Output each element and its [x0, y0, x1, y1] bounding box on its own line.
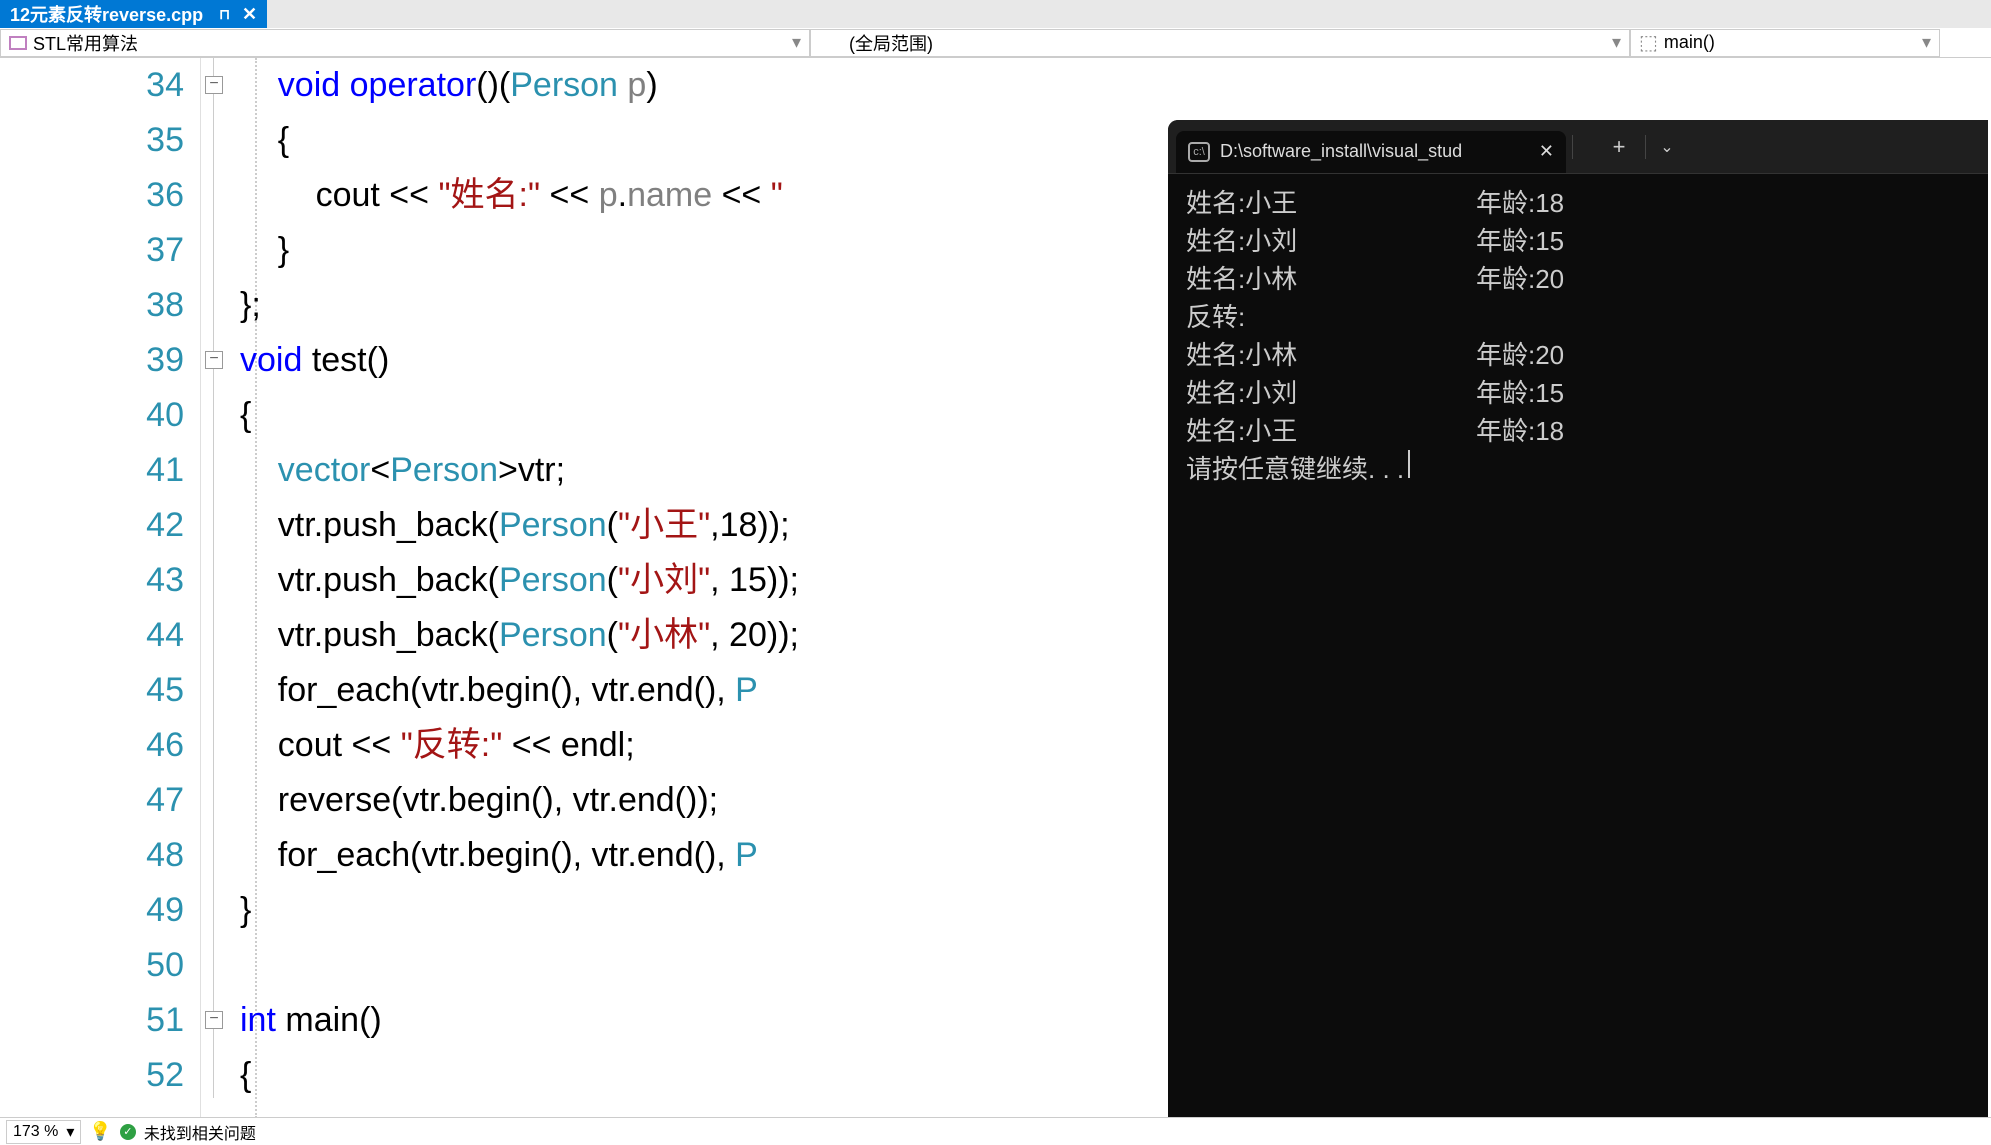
fold-toggle[interactable]: −	[205, 76, 223, 94]
console-icon: c:\	[1188, 142, 1210, 162]
scope-label: STL常用算法	[33, 30, 138, 56]
line-number: 39	[0, 333, 184, 388]
line-number: 46	[0, 718, 184, 773]
fold-guide	[213, 58, 214, 1098]
line-number: 43	[0, 553, 184, 608]
zoom-value: 173 %	[13, 1123, 58, 1141]
lightbulb-icon[interactable]: 💡	[89, 1121, 111, 1142]
terminal-window[interactable]: c:\ D:\software_install\visual_stud ✕ + …	[1168, 120, 1988, 1120]
code-line: void operator()(Person p)	[240, 58, 1991, 113]
check-circle-icon: ✓	[120, 1124, 136, 1140]
terminal-tab[interactable]: c:\ D:\software_install\visual_stud ✕	[1176, 131, 1566, 173]
line-number: 37	[0, 223, 184, 278]
fold-toggle[interactable]: −	[205, 351, 223, 369]
chevron-down-icon: ▾	[66, 1122, 74, 1142]
line-number-gutter: 34 35 36 37 38 39 40 41 42 43 44 45 46 4…	[0, 58, 200, 1118]
terminal-line: 姓名:小林年龄:20	[1186, 336, 1970, 374]
close-icon[interactable]: ✕	[1539, 141, 1554, 162]
global-label: (全局范围)	[849, 30, 933, 56]
line-number: 47	[0, 773, 184, 828]
line-number: 44	[0, 608, 184, 663]
line-number: 35	[0, 113, 184, 168]
line-number: 38	[0, 278, 184, 333]
file-tab-name: 12元素反转reverse.cpp	[10, 1, 203, 27]
tab-dropdown-icon[interactable]: ⌄	[1652, 137, 1682, 157]
line-number: 41	[0, 443, 184, 498]
terminal-prompt: 请按任意键继续. . .	[1186, 450, 1970, 488]
line-number: 51	[0, 993, 184, 1048]
divider	[1645, 135, 1646, 159]
line-number: 52	[0, 1048, 184, 1103]
line-number: 36	[0, 168, 184, 223]
function-label: main()	[1664, 32, 1715, 53]
line-number: 50	[0, 938, 184, 993]
function-dropdown[interactable]: ⬚ main() ▾	[1630, 29, 1940, 57]
fold-toggle[interactable]: −	[205, 1011, 223, 1029]
fold-column: − − −	[200, 58, 240, 1118]
namespace-icon	[9, 36, 27, 50]
close-icon[interactable]: ✕	[242, 4, 257, 25]
zoom-dropdown[interactable]: 173 % ▾	[6, 1120, 81, 1144]
line-number: 40	[0, 388, 184, 443]
terminal-line: 姓名:小林年龄:20	[1186, 260, 1970, 298]
line-number: 48	[0, 828, 184, 883]
terminal-line: 反转:	[1186, 298, 1970, 336]
chevron-down-icon: ▾	[792, 32, 801, 53]
terminal-tab-title: D:\software_install\visual_stud	[1220, 141, 1529, 162]
file-tab-active[interactable]: 12元素反转reverse.cpp ⊓ ✕	[0, 0, 267, 28]
cube-icon: ⬚	[1639, 30, 1658, 55]
line-number: 42	[0, 498, 184, 553]
line-number: 45	[0, 663, 184, 718]
terminal-line: 姓名:小王年龄:18	[1186, 412, 1970, 450]
file-tab-bar: 12元素反转reverse.cpp ⊓ ✕	[0, 0, 1991, 28]
new-tab-button[interactable]: +	[1599, 134, 1639, 160]
terminal-line: 姓名:小刘年龄:15	[1186, 374, 1970, 412]
cursor	[1408, 450, 1410, 478]
issues-text: 未找到相关问题	[144, 1120, 256, 1144]
line-number: 34	[0, 58, 184, 113]
status-bar: 173 % ▾ 💡 ✓ 未找到相关问题	[0, 1117, 1991, 1145]
chevron-down-icon: ▾	[1612, 32, 1621, 53]
line-number: 49	[0, 883, 184, 938]
terminal-line: 姓名:小王年龄:18	[1186, 184, 1970, 222]
pin-icon[interactable]: ⊓	[219, 6, 230, 23]
scope-dropdown[interactable]: STL常用算法 ▾	[0, 29, 810, 57]
terminal-titlebar: c:\ D:\software_install\visual_stud ✕ + …	[1168, 120, 1988, 174]
terminal-line: 姓名:小刘年龄:15	[1186, 222, 1970, 260]
navigation-bar: STL常用算法 ▾ (全局范围) ▾ ⬚ main() ▾	[0, 28, 1991, 58]
chevron-down-icon: ▾	[1922, 32, 1931, 53]
global-scope-dropdown[interactable]: (全局范围) ▾	[810, 29, 1630, 57]
terminal-output[interactable]: 姓名:小王年龄:18 姓名:小刘年龄:15 姓名:小林年龄:20 反转: 姓名:…	[1168, 174, 1988, 498]
divider	[1572, 135, 1573, 159]
